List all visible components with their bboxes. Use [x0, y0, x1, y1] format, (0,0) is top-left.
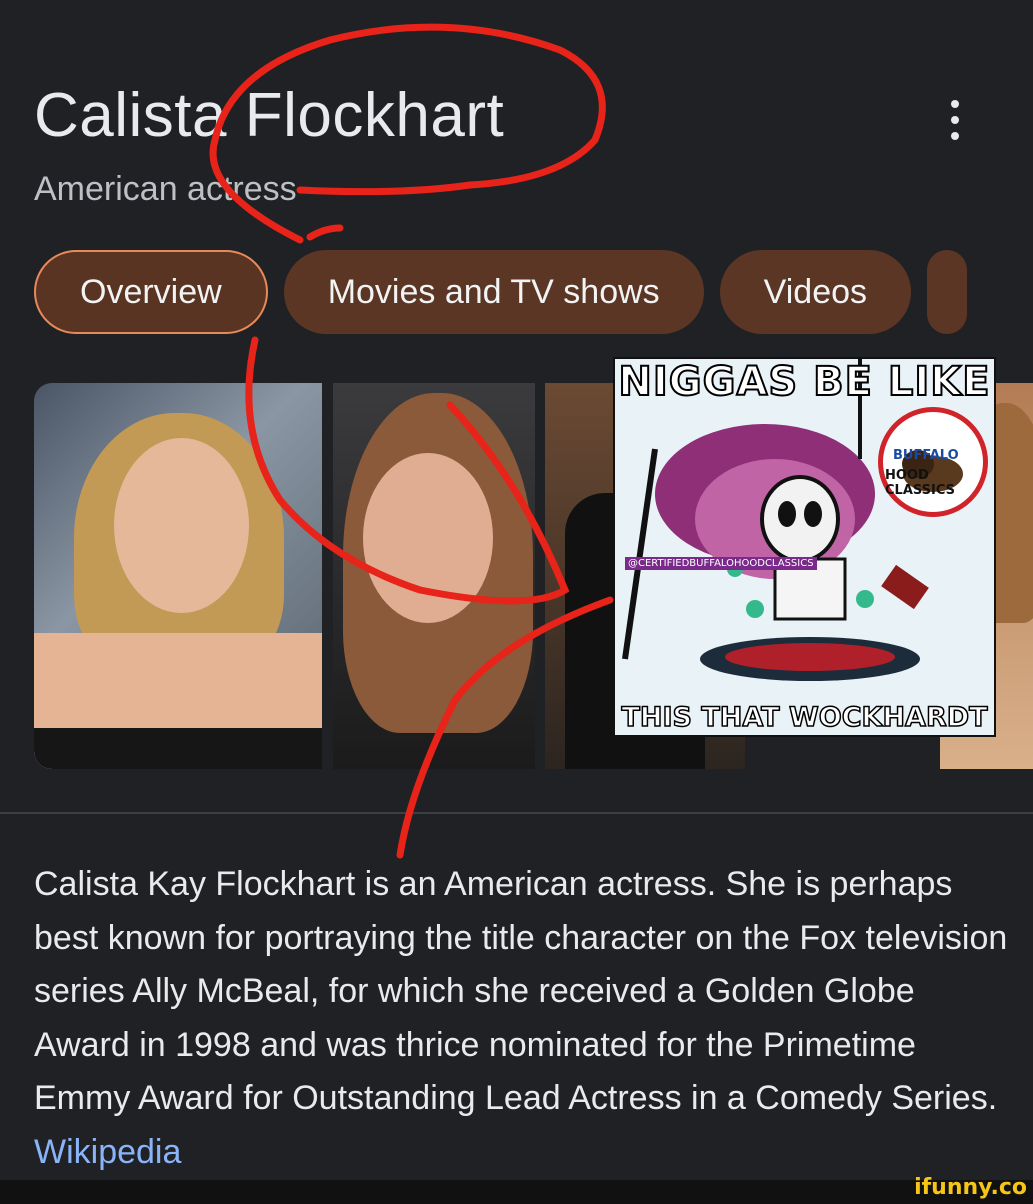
meme-image: NIGGAS BE LIKE @CERTIFIEDBUFFALOHOODCLAS… [613, 357, 996, 737]
wikipedia-link[interactable]: Wikipedia [34, 1133, 181, 1171]
page-subtitle: American actress [34, 170, 297, 208]
meme-badge-logo: BUFFALO HOOD CLASSICS [878, 407, 988, 517]
tab-overview[interactable]: Overview [34, 250, 268, 334]
ifunny-watermark: ifunny.co [914, 1175, 1027, 1200]
tab-videos[interactable]: Videos [719, 250, 912, 334]
description: Calista Kay Flockhart is an American act… [34, 858, 1014, 1179]
tab-overflow[interactable] [927, 250, 968, 334]
photo-2[interactable] [333, 383, 535, 769]
more-options-button[interactable] [940, 100, 970, 140]
bottom-bar [0, 1180, 1033, 1204]
meme-badge-top: BUFFALO [893, 448, 959, 463]
meme-badge-bottom: HOOD CLASSICS [885, 468, 956, 498]
tab-bar: Overview Movies and TV shows Videos [34, 250, 1033, 336]
meme-bottom-text: THIS THAT WOCKHARDT [621, 701, 989, 734]
photo-1[interactable] [34, 383, 322, 769]
divider [0, 812, 1033, 814]
meme-top-text: NIGGAS BE LIKE [617, 359, 991, 406]
tab-movies-and-tv-shows[interactable]: Movies and TV shows [283, 250, 704, 334]
page-title: Calista Flockhart [34, 81, 505, 150]
meme-handle: @CERTIFIEDBUFFALOHOODCLASSICS [625, 557, 817, 570]
more-vert-icon [951, 100, 959, 108]
description-text: Calista Kay Flockhart is an American act… [34, 865, 1008, 1117]
